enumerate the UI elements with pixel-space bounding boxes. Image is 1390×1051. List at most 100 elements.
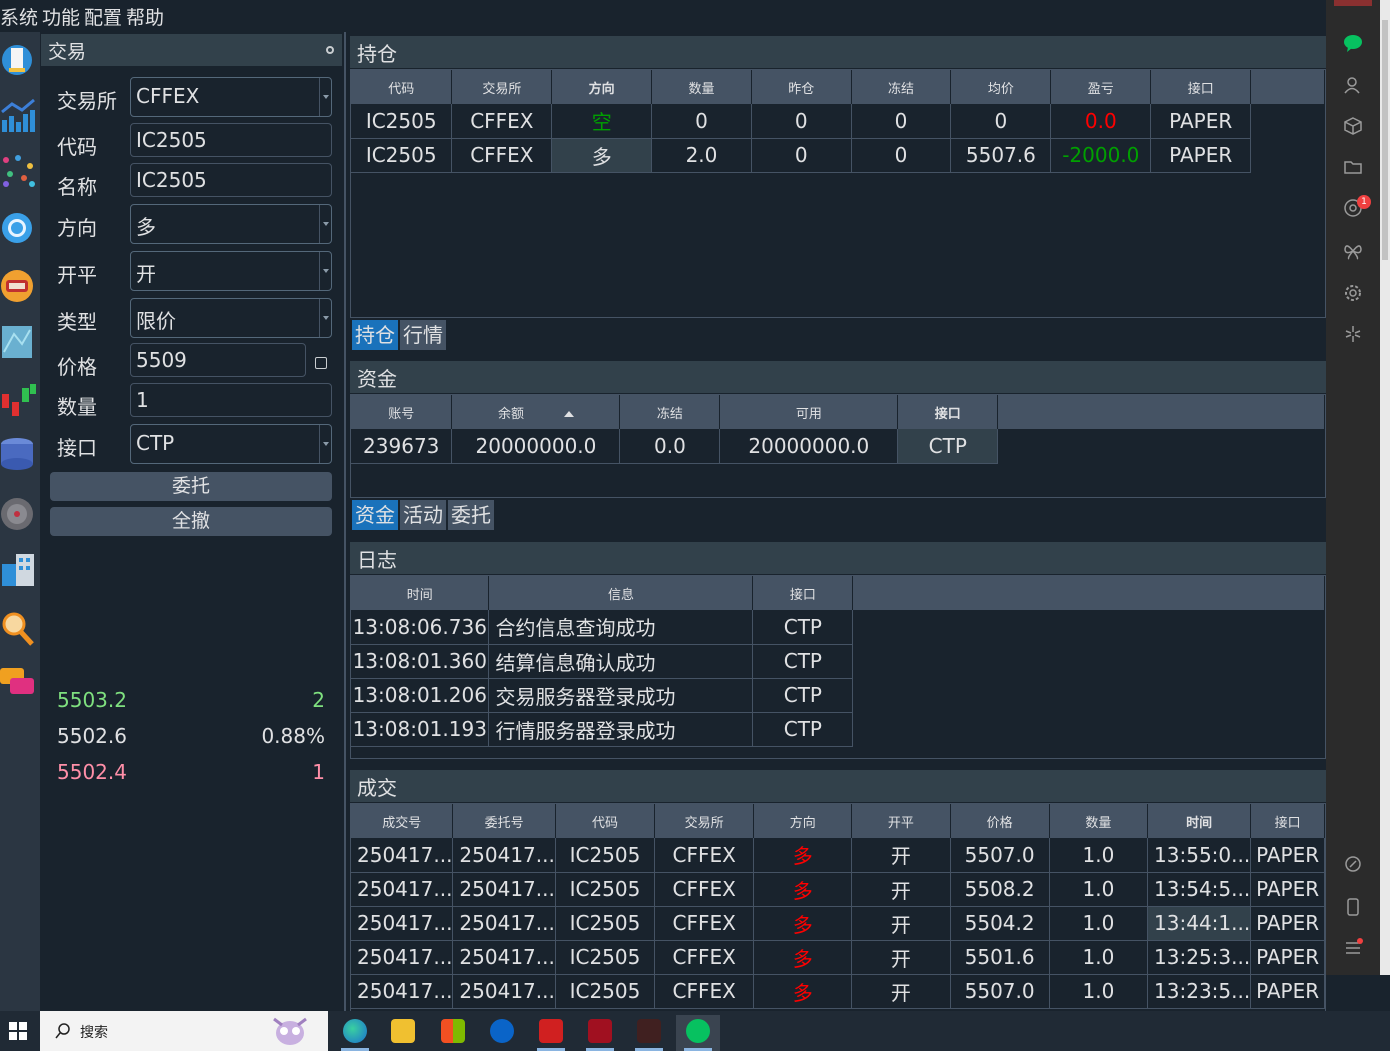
chat-icon[interactable]: [1343, 33, 1363, 53]
price-checkbox[interactable]: [315, 357, 327, 369]
robot-icon[interactable]: [0, 266, 38, 306]
chess-rook-icon[interactable]: [0, 38, 38, 78]
cell: [1251, 138, 1325, 172]
quote-change: 0.88%: [261, 724, 325, 748]
scrollbar[interactable]: [1380, 0, 1390, 975]
magnifier-icon[interactable]: [0, 608, 38, 648]
candlestick-icon[interactable]: [0, 380, 38, 420]
col-header[interactable]: 成交号: [351, 804, 454, 838]
start-button[interactable]: [0, 1011, 40, 1051]
chat-bubble-icon[interactable]: [0, 664, 38, 704]
table-row[interactable]: 13:08:01.206 交易服务器登录成功 CTP: [351, 678, 1325, 713]
splitter[interactable]: [344, 32, 346, 1011]
table-row[interactable]: 13:08:01.193 行情服务器登录成功 CTP: [351, 712, 1325, 747]
contacts-icon[interactable]: [1343, 75, 1363, 95]
cube-icon[interactable]: [1343, 116, 1363, 136]
col-header[interactable]: 冻结: [619, 395, 721, 429]
col-header[interactable]: 昨仓: [751, 70, 852, 104]
tab-account[interactable]: 资金: [352, 500, 398, 530]
price-input[interactable]: 5509: [130, 343, 306, 377]
table-row[interactable]: 13:08:06.736 合约信息查询成功 CTP: [351, 610, 1325, 645]
sparkle-icon[interactable]: [1343, 324, 1363, 344]
col-header[interactable]: 委托号: [452, 804, 556, 838]
edge-icon[interactable]: [333, 1015, 377, 1051]
app-icon[interactable]: [627, 1015, 671, 1051]
cancel-all-button[interactable]: 全撤: [50, 507, 332, 536]
col-header[interactable]: 交易所: [654, 804, 755, 838]
direction-combo[interactable]: 多: [130, 204, 332, 244]
taskbar-search[interactable]: 搜索: [40, 1011, 328, 1051]
col-header[interactable]: 冻结: [851, 70, 952, 104]
col-header[interactable]: 时间: [1147, 804, 1252, 838]
order-type-combo[interactable]: 限价: [130, 298, 332, 338]
col-header[interactable]: 盈亏: [1050, 70, 1152, 104]
col-header[interactable]: 余额: [451, 395, 621, 429]
menu-system[interactable]: 系统: [0, 3, 42, 30]
cell: 交易服务器登录成功: [488, 678, 754, 713]
wechat-icon[interactable]: [676, 1015, 720, 1051]
link-icon[interactable]: [1343, 854, 1363, 874]
table-row[interactable]: 250417... 250417... IC2505 CFFEX 多开 5504.2 1.0…: [351, 906, 1325, 941]
col-header[interactable]: 均价: [950, 70, 1052, 104]
database-icon[interactable]: [0, 434, 38, 474]
red-app-icon[interactable]: [529, 1015, 573, 1051]
gateway-combo[interactable]: CTP: [130, 424, 332, 464]
col-header[interactable]: 信息: [488, 576, 754, 610]
table-row[interactable]: 250417... 250417... IC2505 CFFEX 多开 5507.0 1.0…: [351, 838, 1325, 873]
menu-icon[interactable]: [1343, 938, 1363, 958]
exchange-combo[interactable]: CFFEX: [130, 77, 332, 117]
disc-icon[interactable]: [0, 494, 38, 534]
tab-market[interactable]: 行情: [400, 320, 446, 350]
tab-orders[interactable]: 委托: [448, 500, 494, 530]
table-row[interactable]: IC2505 CFFEX 空 0 0 0 0 0.0 PAPER: [351, 104, 1325, 139]
table-row[interactable]: 250417... 250417... IC2505 CFFEX 多开 5501.6 1.0…: [351, 940, 1325, 975]
col-header[interactable]: 方向: [551, 70, 653, 104]
col-header[interactable]: 可用: [719, 395, 899, 429]
cell: IC2505: [555, 838, 656, 873]
col-header[interactable]: 接口: [1150, 70, 1252, 104]
wh6-icon[interactable]: [578, 1015, 622, 1051]
tab-active-orders[interactable]: 活动: [400, 500, 446, 530]
col-header[interactable]: 数量: [651, 70, 752, 104]
col-header[interactable]: 代码: [555, 804, 656, 838]
symbol-input[interactable]: IC2505: [130, 123, 332, 157]
col-header[interactable]: 时间: [351, 576, 490, 610]
phone-icon[interactable]: [1343, 897, 1363, 917]
scatter-dots-icon[interactable]: [0, 150, 38, 190]
table-row[interactable]: 13:08:01.360 结算信息确认成功 CTP: [351, 644, 1325, 679]
map-icon[interactable]: [0, 322, 38, 362]
col-header[interactable]: 代码: [351, 70, 453, 104]
store-icon[interactable]: [431, 1015, 475, 1051]
table-row[interactable]: IC2505 CFFEX 多 2.0 0 0 5507.6 -2000.0 PA…: [351, 138, 1325, 173]
avatar[interactable]: [1334, 0, 1372, 6]
butterfly-icon[interactable]: [1343, 241, 1363, 261]
outlook-icon[interactable]: [480, 1015, 524, 1051]
table-row[interactable]: 250417... 250417... IC2505 CFFEX 多开 5508.2 1.0…: [351, 872, 1325, 907]
bar-chart-icon[interactable]: [0, 94, 38, 134]
send-order-button[interactable]: 委托: [50, 472, 332, 501]
col-header[interactable]: 价格: [950, 804, 1050, 838]
scrollbar-thumb[interactable]: [1382, 20, 1388, 260]
file-explorer-icon[interactable]: [381, 1015, 425, 1051]
building-calculator-icon[interactable]: [0, 550, 38, 590]
col-header[interactable]: 交易所: [451, 70, 553, 104]
col-header[interactable]: 数量: [1049, 804, 1149, 838]
table-row[interactable]: 239673 20000000.0 0.0 20000000.0 CTP: [351, 429, 1325, 464]
circle-icon[interactable]: [0, 208, 38, 248]
tab-position[interactable]: 持仓: [352, 320, 398, 350]
menu-config[interactable]: 配置: [84, 3, 126, 30]
settings-icon[interactable]: [1343, 283, 1363, 303]
col-header[interactable]: 接口: [1250, 804, 1325, 838]
offset-combo[interactable]: 开: [130, 251, 332, 291]
folder-icon[interactable]: [1343, 157, 1363, 177]
col-header[interactable]: 账号: [351, 395, 453, 429]
menu-help[interactable]: 帮助: [126, 3, 168, 30]
col-header[interactable]: 接口: [752, 576, 854, 610]
float-icon[interactable]: [326, 46, 334, 54]
col-header[interactable]: 接口: [897, 395, 999, 429]
col-header[interactable]: 方向: [753, 804, 853, 838]
table-row[interactable]: 250417... 250417... IC2505 CFFEX 多开 5507.0 1.0…: [351, 974, 1325, 1009]
col-header[interactable]: 开平: [851, 804, 951, 838]
volume-input[interactable]: 1: [130, 383, 332, 417]
menu-function[interactable]: 功能: [42, 3, 84, 30]
